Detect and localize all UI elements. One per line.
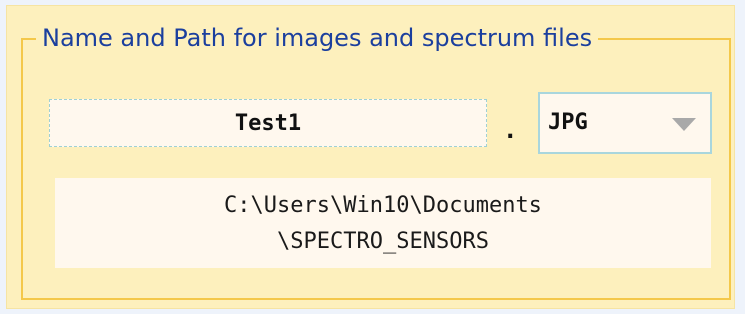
- groupbox-title: Name and Path for images and spectrum fi…: [36, 21, 599, 55]
- path-line-2: \SPECTRO_SENSORS: [277, 229, 489, 254]
- path-line-1: C:\Users\Win10\Documents: [224, 193, 542, 218]
- extension-separator: .: [503, 116, 518, 144]
- file-name-input[interactable]: [49, 99, 487, 147]
- extension-selected-value: JPG: [548, 110, 588, 135]
- path-display: C:\Users\Win10\Documents \SPECTRO_SENSOR…: [55, 178, 711, 268]
- chevron-down-icon: [672, 118, 696, 131]
- extension-select[interactable]: JPG: [538, 92, 712, 154]
